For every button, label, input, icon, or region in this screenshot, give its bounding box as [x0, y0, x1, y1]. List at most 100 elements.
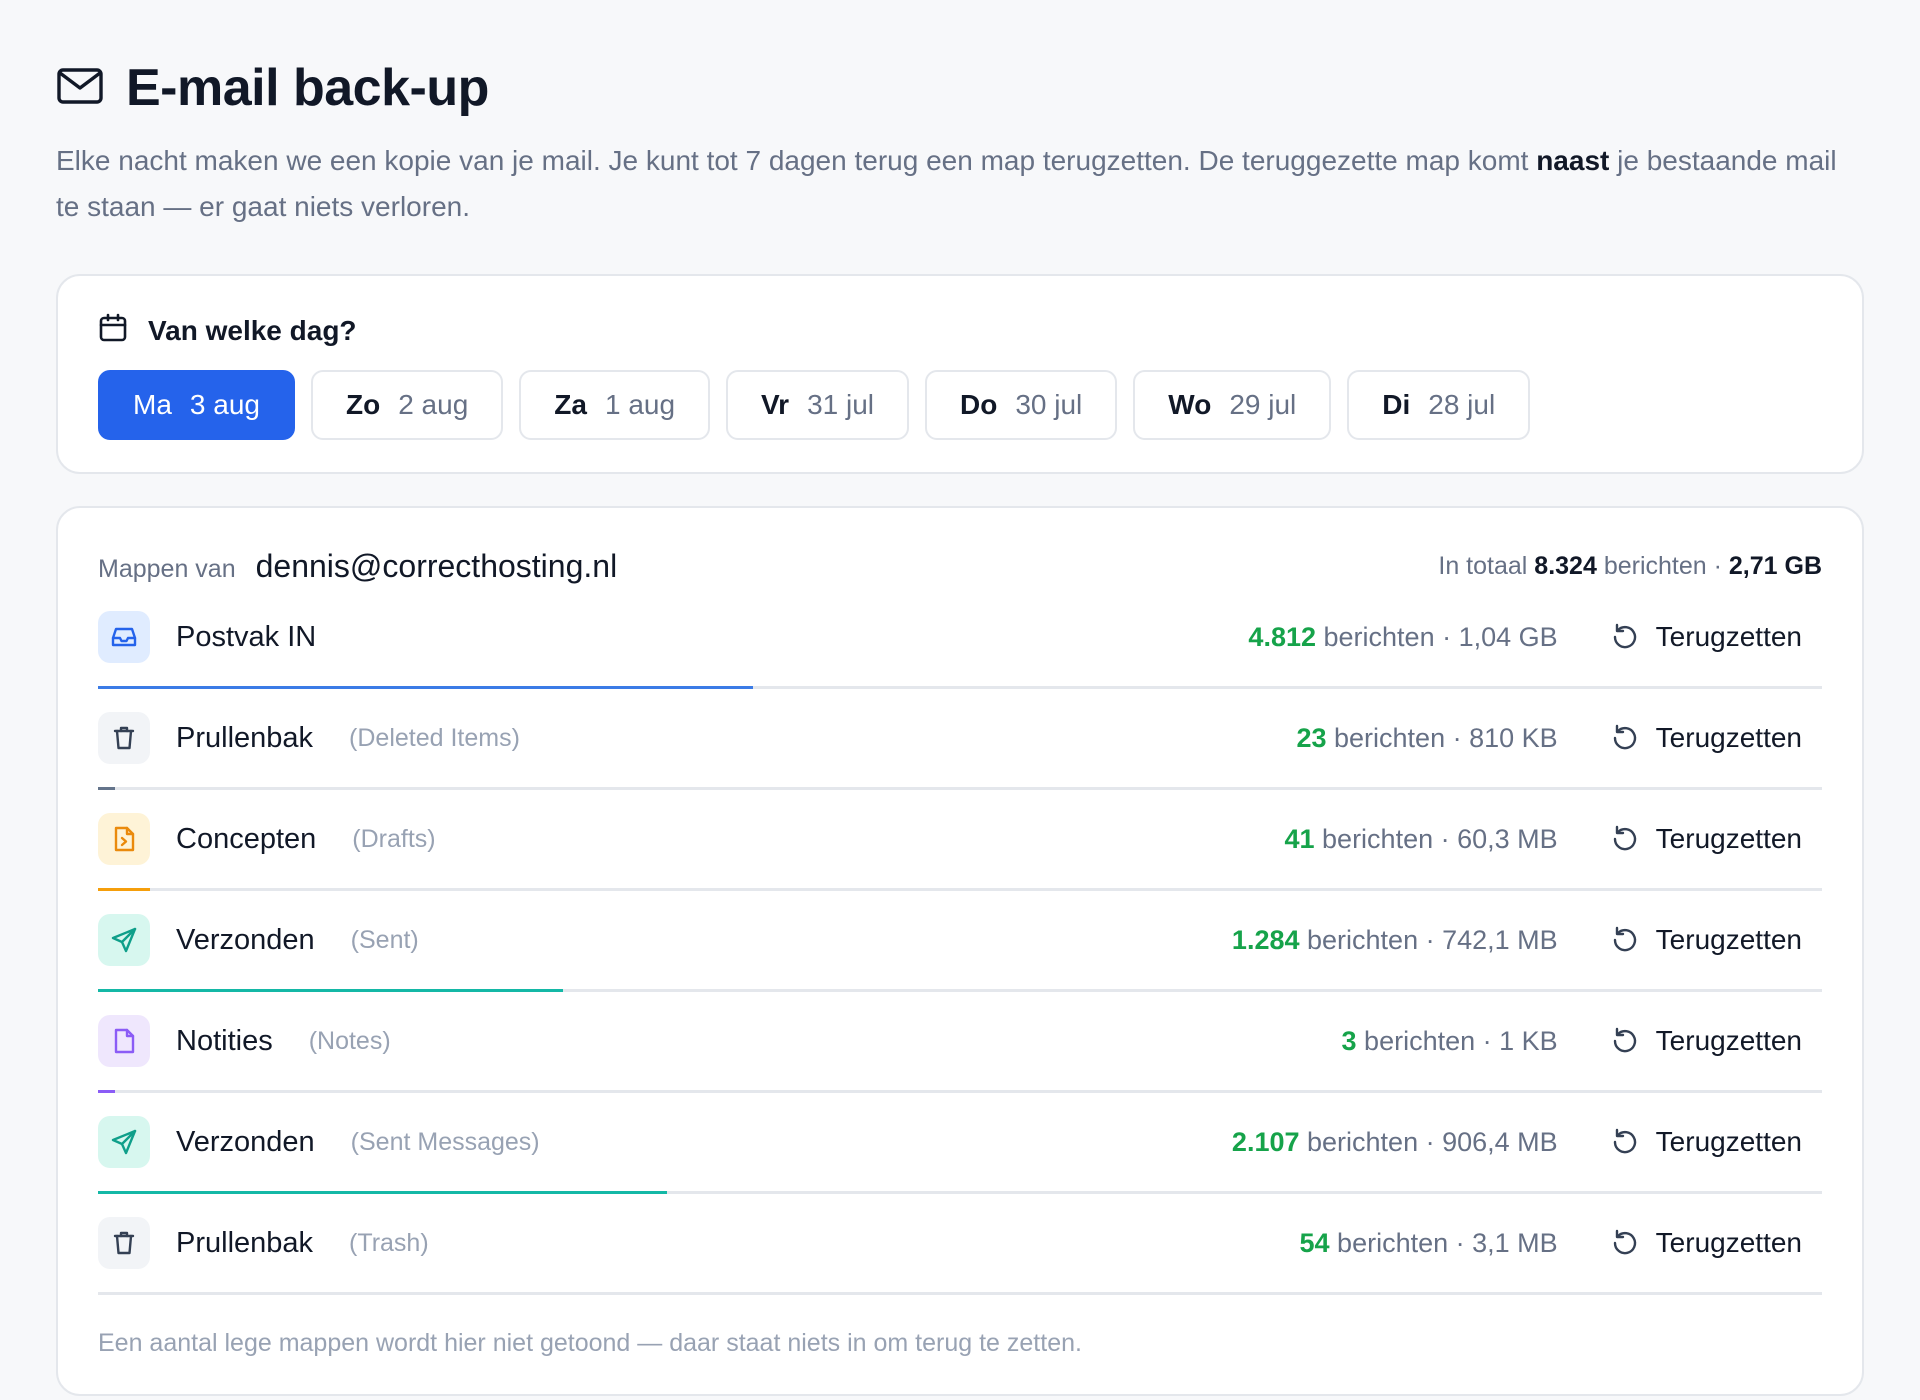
- restore-button[interactable]: Terugzetten: [1610, 823, 1802, 855]
- restore-icon: [1610, 1228, 1640, 1258]
- message-count: 4.812: [1248, 621, 1316, 652]
- message-count: 1.284: [1231, 924, 1300, 955]
- intro-text-emphasis: naast: [1536, 145, 1610, 176]
- folder-stats: 4.812 berichten · 1,04 GB: [1248, 622, 1557, 653]
- total-middle: berichten ·: [1603, 551, 1722, 580]
- day-date: 30 jul: [1015, 389, 1083, 420]
- folder-stats: 2.107 berichten · 906,4 MB: [1232, 1127, 1558, 1158]
- message-unit: berichten: [1307, 924, 1419, 955]
- day-name: Wo: [1168, 389, 1212, 420]
- folder-size: · 60,3 MB: [1440, 823, 1558, 854]
- folder-row: Verzonden (Sent Messages) 2.107 berichte…: [98, 1093, 1822, 1194]
- trash-icon: [98, 1217, 150, 1269]
- restore-icon: [1610, 925, 1640, 955]
- day-name: Zo: [345, 389, 381, 420]
- message-unit: berichten: [1307, 1126, 1419, 1157]
- send-icon: [98, 1116, 150, 1168]
- folder-alias: (Deleted Items): [349, 723, 520, 752]
- message-count: 3: [1341, 1025, 1357, 1056]
- message-count: 23: [1296, 722, 1327, 753]
- total-prefix: In totaal: [1438, 551, 1528, 580]
- day-name: Di: [1382, 389, 1411, 420]
- footnote: Een aantal lege mappen wordt hier niet g…: [98, 1329, 1082, 1357]
- folder-row: Concepten (Drafts) 41 berichten · 60,3 M…: [98, 790, 1822, 891]
- folder-size: · 1 KB: [1482, 1025, 1558, 1056]
- day-name: Za: [554, 389, 587, 420]
- folder-alias: (Trash): [349, 1228, 429, 1257]
- inbox-icon: [98, 611, 150, 663]
- message-unit: berichten: [1323, 621, 1435, 652]
- message-unit: berichten: [1322, 823, 1434, 854]
- message-unit: berichten: [1337, 1227, 1449, 1258]
- folder-list: Postvak IN 4.812 berichten · 1,04 GB Ter…: [98, 588, 1822, 1295]
- day-option-zo[interactable]: Zo 2 aug: [310, 370, 504, 440]
- restore-icon: [1610, 824, 1640, 854]
- draft-icon: [98, 813, 150, 865]
- restore-button[interactable]: Terugzetten: [1610, 1126, 1802, 1158]
- day-date: 28 jul: [1428, 389, 1496, 420]
- day-option-di[interactable]: Di 28 jul: [1347, 370, 1531, 440]
- folder-row: Prullenbak (Trash) 54 berichten · 3,1 MB…: [98, 1194, 1822, 1295]
- day-picker-card: Van welke dag? Ma 3 aug Zo 2 aug Za 1 aug Vr 31…: [56, 274, 1864, 474]
- account-info: Mappen van dennis@correcthosting.nl: [98, 548, 617, 585]
- day-name: Do: [960, 389, 998, 420]
- restore-icon: [1610, 1127, 1640, 1157]
- day-option-za[interactable]: Za 1 aug: [519, 370, 711, 440]
- day-option-vr[interactable]: Vr 31 jul: [726, 370, 910, 440]
- folder-stats: 23 berichten · 810 KB: [1296, 723, 1557, 754]
- trash-icon: [98, 712, 150, 764]
- page-header: E-mail back-up: [56, 58, 1864, 118]
- folder-name: Notities: [176, 1024, 273, 1057]
- folder-name: Verzonden: [176, 1125, 315, 1158]
- account-email: dennis@correcthosting.nl: [255, 547, 618, 584]
- folder-row: Prullenbak (Deleted Items) 23 berichten …: [98, 689, 1822, 790]
- day-name: Ma: [133, 389, 172, 420]
- day-date: 31 jul: [807, 389, 875, 420]
- restore-button[interactable]: Terugzetten: [1610, 621, 1802, 653]
- day-option-ma[interactable]: Ma 3 aug: [98, 370, 295, 440]
- day-picker-heading: Van welke dag?: [148, 315, 357, 346]
- restore-icon: [1610, 723, 1640, 753]
- folders-header: Mappen van dennis@correcthosting.nl In t…: [98, 544, 1822, 588]
- folder-size: · 906,4 MB: [1425, 1126, 1558, 1157]
- folder-row: Postvak IN 4.812 berichten · 1,04 GB Ter…: [98, 588, 1822, 689]
- day-date: 3 aug: [189, 389, 260, 420]
- message-count: 54: [1299, 1227, 1330, 1258]
- folder-size: · 810 KB: [1452, 722, 1558, 753]
- restore-button[interactable]: Terugzetten: [1610, 1227, 1802, 1259]
- restore-label: Terugzetten: [1655, 924, 1802, 955]
- day-picker-header: Van welke dag?: [98, 313, 1822, 350]
- folder-row: Notities (Notes) 3 berichten · 1 KB Teru…: [98, 992, 1822, 1093]
- folder-name: Concepten: [176, 822, 317, 855]
- note-icon: [98, 1015, 150, 1067]
- intro-text-start: Elke nacht maken we een kopie van je mai…: [56, 145, 1529, 176]
- folder-name: Prullenbak: [176, 1226, 314, 1259]
- folder-share-track: [98, 1292, 1822, 1295]
- folder-stats: 1.284 berichten · 742,1 MB: [1232, 925, 1558, 956]
- send-icon: [98, 914, 150, 966]
- restore-label: Terugzetten: [1655, 621, 1802, 652]
- folder-name: Postvak IN: [176, 620, 317, 653]
- restore-button[interactable]: Terugzetten: [1610, 1025, 1802, 1057]
- day-option-do[interactable]: Do 30 jul: [925, 370, 1118, 440]
- day-date: 2 aug: [398, 389, 469, 420]
- message-count: 2.107: [1231, 1126, 1300, 1157]
- day-date: 29 jul: [1229, 389, 1297, 420]
- mail-icon: [56, 66, 104, 111]
- message-unit: berichten: [1364, 1025, 1476, 1056]
- restore-button[interactable]: Terugzetten: [1610, 722, 1802, 754]
- message-unit: berichten: [1334, 722, 1446, 753]
- restore-icon: [1610, 622, 1640, 652]
- restore-label: Terugzetten: [1655, 1126, 1802, 1157]
- restore-button[interactable]: Terugzetten: [1610, 924, 1802, 956]
- folder-name: Verzonden: [176, 923, 315, 956]
- total-count: 8.324: [1534, 551, 1597, 580]
- restore-label: Terugzetten: [1655, 722, 1802, 753]
- folder-name: Prullenbak: [176, 721, 314, 754]
- day-option-wo[interactable]: Wo 29 jul: [1133, 370, 1332, 440]
- restore-label: Terugzetten: [1655, 1227, 1802, 1258]
- folder-size: · 742,1 MB: [1425, 924, 1558, 955]
- folder-alias: (Sent): [350, 925, 419, 954]
- calendar-icon: [98, 313, 128, 350]
- folder-stats: 54 berichten · 3,1 MB: [1299, 1228, 1557, 1259]
